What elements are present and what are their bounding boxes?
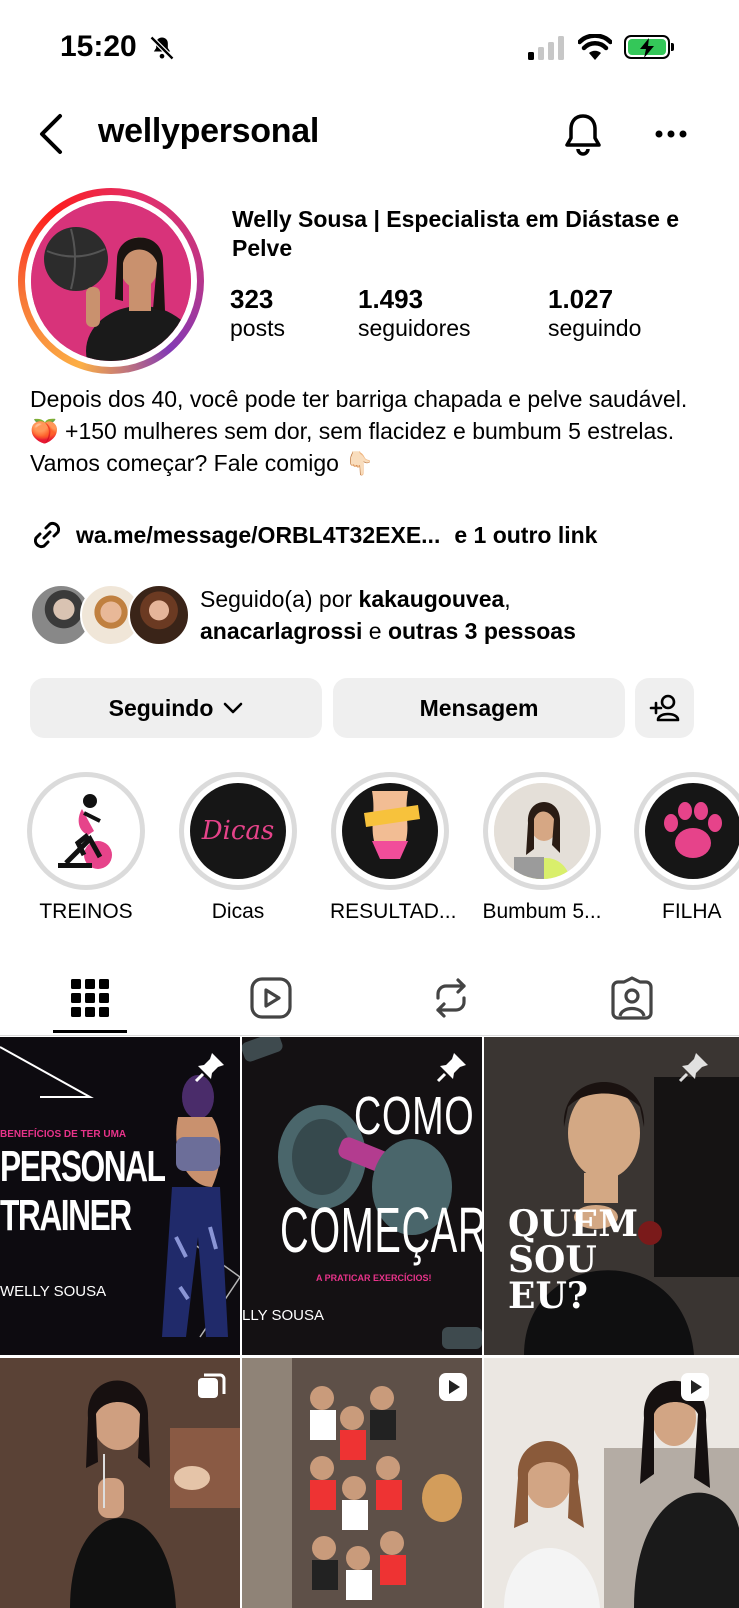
battery-icon xyxy=(624,35,674,59)
chevron-down-icon xyxy=(224,702,243,714)
highlight-label: Bumbum 5... xyxy=(482,900,602,923)
post-tile[interactable] xyxy=(242,1358,482,1608)
post-caption-line: PERSONAL xyxy=(0,1142,166,1191)
reel-play-icon xyxy=(681,1373,709,1401)
message-button[interactable]: Mensagem xyxy=(333,678,625,738)
tab-reposts[interactable] xyxy=(423,970,479,1026)
bio-line-2: 🍑 +150 mulheres sem dor, sem flacidez e … xyxy=(30,418,675,476)
post-caption-line: BENEFÍCIOS DE TER UMA xyxy=(0,1129,127,1140)
grid-icon xyxy=(71,979,109,1017)
carousel-icon xyxy=(198,1373,226,1398)
post-caption-line: COMO xyxy=(354,1086,475,1146)
highlight-label: TREINOS xyxy=(39,900,133,923)
reels-icon xyxy=(250,977,292,1019)
back-arrow-icon[interactable] xyxy=(36,112,66,156)
profile-bio: Depois dos 40, você pode ter barriga cha… xyxy=(30,383,710,479)
stat-following-value: 1.027 xyxy=(548,284,614,314)
post-tile[interactable] xyxy=(0,1358,240,1608)
post-caption-line: COMEÇAR xyxy=(280,1194,482,1266)
profile-full-name: Welly Sousa | Especialista em Diástase e… xyxy=(232,206,680,261)
reel-play-icon xyxy=(439,1373,467,1401)
highlight-label: FILHA xyxy=(662,900,722,923)
stat-followers[interactable]: 1.493 seguidores xyxy=(358,284,471,342)
status-time: 15:20 xyxy=(60,30,137,63)
tagged-person-icon xyxy=(611,976,653,1020)
stat-following-label: seguindo xyxy=(548,315,642,341)
followed-sep: , xyxy=(504,586,511,612)
highlight-bumbum[interactable]: Bumbum 5... xyxy=(482,772,602,924)
tab-posts-grid[interactable] xyxy=(62,970,118,1026)
bio-line-1: Depois dos 40, você pode ter barriga cha… xyxy=(30,386,688,412)
following-button-label: Seguindo xyxy=(108,694,214,721)
link-icon xyxy=(33,521,61,549)
stat-posts-value: 323 xyxy=(230,284,274,314)
post-tile[interactable] xyxy=(484,1358,739,1608)
stat-following[interactable]: 1.027 seguindo xyxy=(548,284,641,342)
bio-link-extra[interactable]: e 1 outro link xyxy=(454,522,597,549)
profile-tabs xyxy=(0,950,739,1036)
cellular-signal-icon xyxy=(528,36,564,60)
avatar xyxy=(128,584,190,646)
active-tab-indicator xyxy=(53,1030,127,1033)
highlight-label: Dicas xyxy=(211,900,265,923)
suggest-people-button[interactable] xyxy=(635,678,694,738)
post-brand: LLY SOUSA xyxy=(242,1307,324,1324)
followed-by-text[interactable]: Seguido(a) por kakaugouvea, anacarlagros… xyxy=(200,583,700,647)
post-tile[interactable]: COMO COMEÇAR A PRATICAR EXERCÍCIOS! LLY … xyxy=(242,1037,482,1355)
silent-bell-icon xyxy=(149,35,175,61)
followed-others[interactable]: outras 3 pessoas xyxy=(388,618,576,644)
pin-icon xyxy=(194,1053,224,1083)
stat-followers-value: 1.493 xyxy=(358,284,424,314)
pin-icon xyxy=(678,1053,708,1083)
wifi-icon xyxy=(578,34,612,60)
tab-tagged[interactable] xyxy=(604,970,660,1026)
highlight-resultados[interactable]: RESULTAD... xyxy=(330,772,457,924)
post-tile[interactable]: BENEFÍCIOS DE TER UMA PERSONAL TRAINER W… xyxy=(0,1037,240,1355)
add-person-icon xyxy=(649,694,679,722)
more-options-icon[interactable] xyxy=(654,128,688,140)
post-caption-line: EU? xyxy=(508,1275,588,1317)
bio-link[interactable]: wa.me/message/ORBL4T32EXE... e 1 outro l… xyxy=(30,518,597,552)
profile-avatar[interactable] xyxy=(18,188,204,374)
repost-icon xyxy=(436,978,466,1018)
pin-icon xyxy=(436,1053,466,1083)
stat-posts[interactable]: 323 posts xyxy=(230,284,285,342)
highlight-label: RESULTAD... xyxy=(330,900,457,923)
followed-prefix: Seguido(a) por xyxy=(200,586,359,612)
stat-followers-label: seguidores xyxy=(358,315,471,341)
followed-mid: e xyxy=(362,618,388,644)
post-caption-line: TRAINER xyxy=(0,1191,132,1240)
following-button[interactable]: Seguindo xyxy=(30,678,322,738)
followed-user-1[interactable]: kakaugouvea xyxy=(359,586,505,612)
notification-bell-icon[interactable] xyxy=(562,112,604,156)
tab-reels[interactable] xyxy=(243,970,299,1026)
highlight-dicas[interactable]: Dicas Dicas xyxy=(178,772,298,924)
post-tile[interactable]: QUEM SOU EU? xyxy=(484,1037,739,1355)
followed-user-2[interactable]: anacarlagrossi xyxy=(200,618,362,644)
followed-by-avatars[interactable] xyxy=(30,584,190,646)
bio-link-url[interactable]: wa.me/message/ORBL4T32EXE... xyxy=(76,522,440,549)
stat-posts-label: posts xyxy=(230,315,285,341)
message-button-label: Mensagem xyxy=(419,694,539,721)
profile-username: wellypersonal xyxy=(98,112,319,150)
highlight-dicas-art: Dicas xyxy=(201,816,275,846)
post-subcaption: A PRATICAR EXERCÍCIOS! xyxy=(316,1273,432,1283)
highlight-treinos[interactable]: TREINOS xyxy=(26,772,146,924)
post-brand: WELLY SOUSA xyxy=(0,1283,107,1300)
highlight-filha[interactable]: FILHA xyxy=(634,772,739,924)
